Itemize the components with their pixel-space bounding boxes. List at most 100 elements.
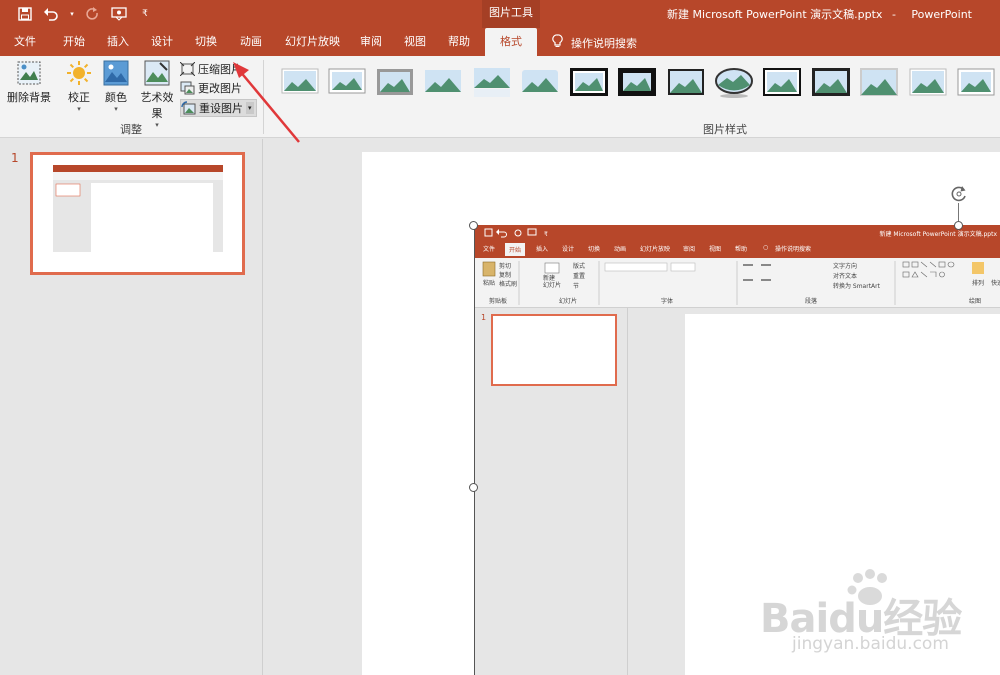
tab-design[interactable]: 设计 [151, 28, 173, 56]
picture-style-7[interactable] [569, 66, 609, 98]
artistic-effects-label: 艺术效果 [140, 91, 174, 120]
title-separator: - [891, 8, 896, 21]
rotation-stem [958, 203, 959, 221]
embedded-slide-number: 1 [481, 313, 487, 322]
embedded-text-direction: 文字方向 [833, 263, 858, 270]
embedded-tab-slideshow: 幻灯片放映 [640, 246, 671, 253]
embedded-tab-transitions: 切换 [588, 246, 601, 253]
picture-style-8[interactable] [617, 66, 657, 98]
embedded-paste: 粘贴 [483, 280, 496, 287]
customize-qat-icon[interactable]: ₹ [136, 5, 154, 23]
resize-handle-top-left[interactable] [469, 221, 478, 230]
embedded-group-drawing: 绘图 [969, 298, 982, 305]
embedded-align-text: 对齐文本 [833, 273, 858, 280]
picture-style-9[interactable] [666, 66, 706, 98]
tab-help[interactable]: 帮助 [448, 28, 470, 56]
annotation-arrow-icon [233, 62, 300, 143]
tab-format[interactable]: 格式 [485, 28, 537, 56]
tab-home[interactable]: 开始 [63, 28, 85, 56]
embedded-group-slides: 幻灯片 [559, 298, 578, 305]
picture-style-13[interactable] [859, 66, 899, 98]
tab-review[interactable]: 审阅 [360, 28, 382, 56]
embedded-layout: 版式 [573, 263, 586, 270]
reset-picture-icon [181, 101, 196, 115]
picture-style-3[interactable] [375, 66, 415, 98]
tab-animations[interactable]: 动画 [240, 28, 262, 56]
tab-view[interactable]: 视图 [404, 28, 426, 56]
embedded-tell-me: 操作说明搜索 [775, 246, 812, 253]
embedded-arrange: 排列 [972, 280, 985, 287]
embedded-section: 节 [573, 283, 580, 290]
color-dropdown-icon: ▾ [114, 105, 118, 113]
picture-style-2[interactable] [327, 66, 367, 98]
remove-background-icon [16, 60, 42, 86]
document-name: 新建 Microsoft PowerPoint 演示文稿.pptx [667, 8, 883, 21]
picture-style-4[interactable] [423, 66, 463, 98]
embedded-qat-icons: ₹ [484, 228, 548, 238]
sun-icon [66, 60, 92, 86]
quick-access-toolbar: ▾ ₹ [16, 5, 154, 23]
redo-icon[interactable] [84, 5, 102, 23]
embedded-group-font: 字体 [661, 298, 674, 305]
picture-style-12[interactable] [811, 66, 851, 98]
resize-handle-middle-left[interactable] [469, 483, 478, 492]
lightbulb-icon [552, 34, 563, 51]
baidu-jingyan-watermark: Baidu经验 jingyan.baidu.com [760, 568, 980, 658]
artistic-dropdown-icon: ▾ [155, 121, 159, 129]
color-label: 颜色 [105, 91, 127, 104]
picture-style-14[interactable] [908, 66, 948, 98]
tell-me-search[interactable]: 操作说明搜索 [552, 34, 637, 51]
picture-style-15[interactable] [956, 66, 996, 98]
embedded-tab-view: 视图 [709, 246, 722, 253]
picture-styles-gallery [276, 66, 1000, 106]
picture-style-11[interactable] [762, 66, 802, 98]
corrections-button[interactable]: 校正 ▾ [62, 60, 96, 113]
embedded-title-bar: ₹ 新建 Microsoft PowerPoint 演示文稿.pptx [475, 225, 1000, 241]
resize-handle-top-middle[interactable] [954, 221, 963, 230]
document-title: 新建 Microsoft PowerPoint 演示文稿.pptx - Powe… [667, 6, 972, 22]
group-label-picture-styles: 图片样式 [703, 123, 747, 136]
tell-me-label: 操作说明搜索 [571, 36, 637, 50]
ribbon-format: 删除背景 校正 ▾ 颜色 ▾ 艺术效果 ▾ 压缩图片 更改图片 重设图片 ▾ 调… [0, 56, 1000, 138]
embedded-quick-styles: 快速 [991, 280, 1000, 287]
embedded-copy: 复制 [499, 272, 512, 279]
slide-number: 1 [11, 151, 19, 165]
slide-thumbnail-preview [53, 165, 223, 252]
embedded-tab-insert: 插入 [536, 246, 549, 253]
tab-file[interactable]: 文件 [14, 28, 36, 56]
remove-background-label: 删除背景 [7, 91, 51, 104]
picture-style-6[interactable] [520, 66, 560, 98]
embedded-tab-animations: 动画 [614, 246, 627, 253]
save-icon[interactable] [16, 5, 34, 23]
picture-tools-label: 图片工具 [482, 0, 540, 28]
corrections-label: 校正 [68, 91, 90, 104]
color-button[interactable]: 颜色 ▾ [100, 60, 132, 113]
tab-insert[interactable]: 插入 [107, 28, 129, 56]
embedded-document-title: 新建 Microsoft PowerPoint 演示文稿.pptx [879, 231, 998, 238]
slide-thumbnails-pane: 1 [0, 139, 263, 675]
embedded-tab-home: 开始 [505, 243, 526, 256]
embedded-ribbon: 粘贴 剪切 复制 格式刷 新建 幻灯片 版式 重置 节 文字方向 对齐文本 转换… [475, 258, 1000, 308]
undo-dropdown-icon[interactable]: ▾ [68, 5, 76, 23]
ribbon-tabs: 文件 开始 插入 设计 切换 动画 幻灯片放映 审阅 视图 帮助 格式 操作说明… [0, 28, 1000, 56]
change-picture-icon [180, 81, 195, 95]
watermark-url: jingyan.baidu.com [792, 634, 949, 654]
embedded-lightbulb-icon: ○ [763, 244, 769, 251]
picture-style-5[interactable] [472, 66, 512, 98]
embedded-group-paragraph: 段落 [805, 298, 818, 305]
artistic-effects-button[interactable]: 艺术效果 ▾ [136, 60, 178, 129]
embedded-cut: 剪切 [499, 263, 512, 270]
picture-style-10[interactable] [714, 66, 754, 98]
embedded-new-slide: 新建 幻灯片 [543, 275, 562, 289]
tab-slideshow[interactable]: 幻灯片放映 [285, 28, 340, 56]
tab-transitions[interactable]: 切换 [195, 28, 217, 56]
remove-background-button[interactable]: 删除背景 [6, 60, 52, 105]
undo-icon[interactable] [42, 5, 60, 23]
start-from-beginning-icon[interactable] [110, 5, 128, 23]
picture-color-icon [103, 60, 129, 86]
embedded-tabs: 文件 开始 插入 设计 切换 动画 幻灯片放映 审阅 视图 帮助 ○ 操作说明搜… [475, 241, 1000, 258]
rotate-handle-icon[interactable] [949, 184, 969, 204]
embedded-pane-divider [627, 308, 628, 675]
slide-thumbnail[interactable] [30, 152, 245, 275]
corrections-dropdown-icon: ▾ [77, 105, 81, 113]
